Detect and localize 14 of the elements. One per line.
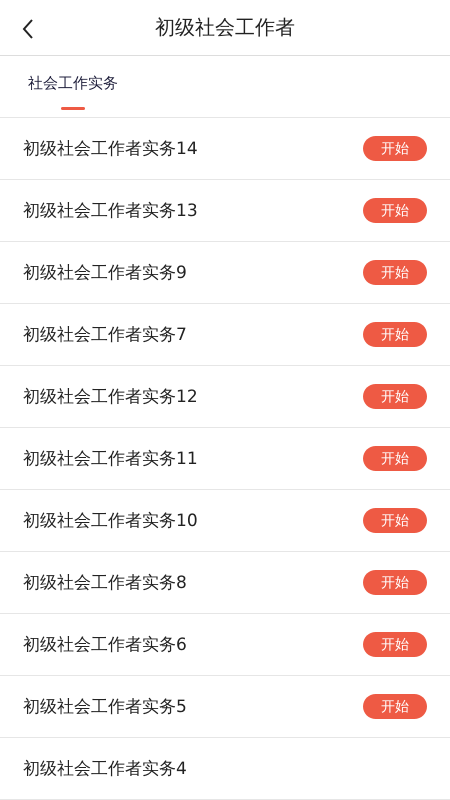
exercise-title[interactable]: 初级社会工作者实务10 [23, 509, 198, 532]
exercise-title[interactable]: 初级社会工作者实务4 [23, 757, 187, 780]
exercise-title[interactable]: 初级社会工作者实务14 [23, 137, 198, 160]
back-icon[interactable] [22, 19, 34, 39]
exercise-title[interactable]: 初级社会工作者实务9 [23, 261, 187, 284]
exercise-title[interactable]: 初级社会工作者实务7 [23, 323, 187, 346]
exercise-title[interactable]: 初级社会工作者实务12 [23, 385, 198, 408]
exercise-title[interactable]: 初级社会工作者实务6 [23, 633, 187, 656]
exercise-title[interactable]: 初级社会工作者实务8 [23, 571, 187, 594]
exercise-title[interactable]: 初级社会工作者实务13 [23, 199, 198, 222]
exercise-title[interactable]: 初级社会工作者实务11 [23, 447, 198, 470]
exercise-title[interactable]: 初级社会工作者实务5 [23, 695, 187, 718]
tab[interactable]: 社会工作实务 [24, 56, 122, 117]
page-title: 初级社会工作者 [155, 14, 295, 41]
